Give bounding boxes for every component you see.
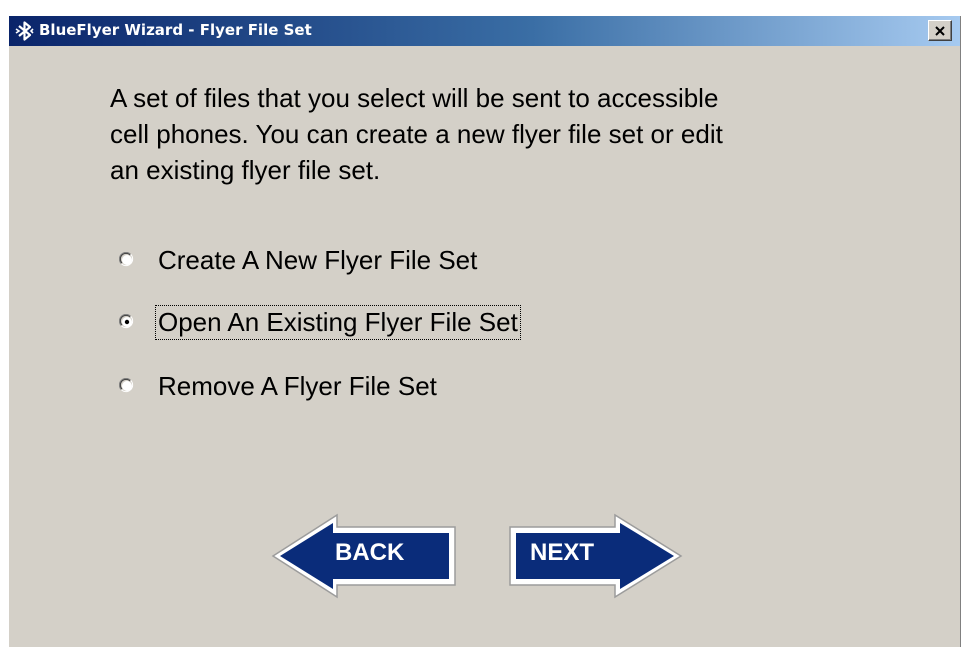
intro-text: A set of files that you select will be s… — [110, 80, 890, 188]
next-button[interactable]: NEXT — [508, 513, 683, 599]
close-button[interactable] — [928, 20, 952, 41]
intro-line: A set of files that you select will be s… — [110, 83, 719, 113]
radio-unchecked-icon[interactable] — [119, 378, 135, 394]
radio-checked-icon[interactable] — [119, 314, 135, 330]
title-bar[interactable]: BlueFlyer Wizard - Flyer File Set — [9, 16, 960, 46]
option-create-new[interactable]: Create A New Flyer File Set — [119, 240, 480, 280]
option-remove[interactable]: Remove A Flyer File Set — [119, 366, 440, 406]
radio-unchecked-icon[interactable] — [119, 252, 135, 268]
option-open-existing[interactable]: Open An Existing Flyer File Set — [119, 302, 521, 342]
intro-line: cell phones. You can create a new flyer … — [110, 119, 723, 149]
option-label: Remove A Flyer File Set — [158, 370, 437, 401]
wizard-window: BlueFlyer Wizard - Flyer File Set A set … — [8, 16, 961, 647]
bluetooth-icon — [15, 21, 34, 41]
window-title: BlueFlyer Wizard - Flyer File Set — [39, 21, 312, 39]
option-label: Open An Existing Flyer File Set — [155, 304, 521, 340]
back-button[interactable]: BACK — [271, 513, 457, 599]
next-label: NEXT — [530, 539, 595, 566]
back-label: BACK — [335, 539, 405, 566]
close-icon — [935, 25, 945, 36]
option-label: Create A New Flyer File Set — [158, 244, 478, 275]
intro-line: an existing flyer file set. — [110, 155, 381, 185]
